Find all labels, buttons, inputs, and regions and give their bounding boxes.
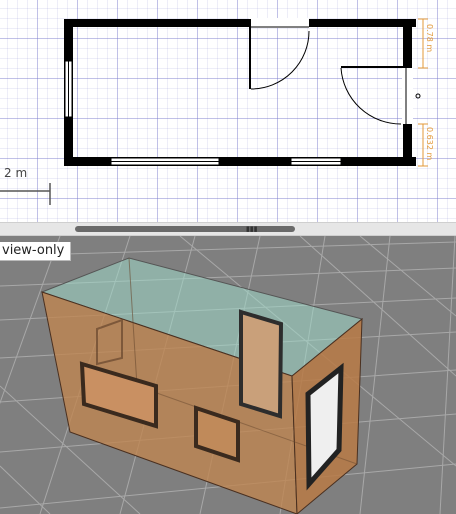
door-opening-right xyxy=(402,68,413,124)
dimension-label-wall: 0.632 m xyxy=(425,127,434,161)
floor-plan-view[interactable]: 0.78 m 0.632 m 2 m xyxy=(0,0,456,222)
splitter-handle[interactable] xyxy=(75,226,295,232)
door-top[interactable] xyxy=(249,19,310,90)
3d-door-back[interactable] xyxy=(239,309,284,419)
window-bottom-2[interactable] xyxy=(290,157,342,166)
grip-icon[interactable]: ▮▮▮ xyxy=(246,225,258,233)
wall-top[interactable] xyxy=(64,19,416,27)
window-bottom-1[interactable] xyxy=(110,157,220,166)
building-model[interactable] xyxy=(40,257,364,514)
view-mode-label: view-only xyxy=(0,242,72,261)
pane-splitter[interactable]: ▮▮▮ xyxy=(0,222,456,236)
floor-plan-drawing[interactable] xyxy=(0,0,456,222)
dimension-label-door: 0.78 m xyxy=(425,24,434,53)
3d-scene[interactable] xyxy=(0,236,456,514)
walls[interactable] xyxy=(64,19,416,166)
3d-view[interactable] xyxy=(0,236,456,514)
window-left[interactable] xyxy=(64,60,73,118)
scale-bar xyxy=(0,183,51,205)
scale-label: 2 m xyxy=(4,166,28,180)
